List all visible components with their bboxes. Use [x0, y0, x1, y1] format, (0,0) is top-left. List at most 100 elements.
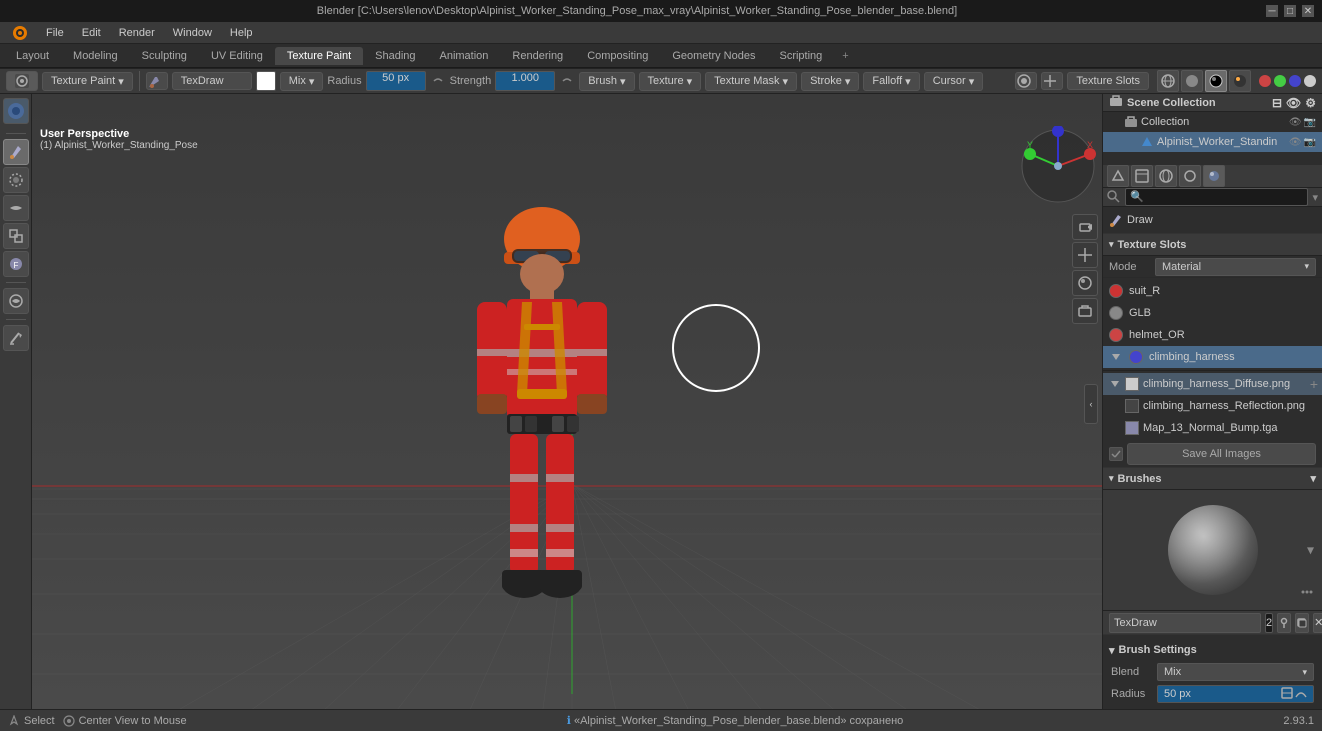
- radius-input[interactable]: 50 px: [366, 71, 426, 91]
- collection-render-btn[interactable]: 📷: [1304, 117, 1316, 128]
- menu-help[interactable]: Help: [222, 25, 261, 41]
- material-glb[interactable]: GLB: [1103, 302, 1322, 324]
- collection-view-btn[interactable]: 👁: [1289, 117, 1302, 128]
- brush-name-input[interactable]: [1109, 613, 1261, 633]
- tab-texture-paint[interactable]: Texture Paint: [275, 47, 363, 65]
- search-dropdown[interactable]: ▾: [1312, 191, 1318, 204]
- tab-modeling[interactable]: Modeling: [61, 47, 130, 65]
- tab-shading[interactable]: Shading: [363, 47, 427, 65]
- material-suit-r[interactable]: suit_R: [1103, 280, 1322, 302]
- workspace-add[interactable]: +: [834, 47, 856, 65]
- solid-btn[interactable]: [1181, 70, 1203, 92]
- collections-btn[interactable]: [1072, 298, 1098, 324]
- viewport-mode-btn[interactable]: Object Mode: [72, 98, 160, 116]
- tab-compositing[interactable]: Compositing: [575, 47, 660, 65]
- sidebar-toggle-btn[interactable]: ‹: [1084, 384, 1098, 424]
- prop-obj-btn[interactable]: [1179, 165, 1201, 187]
- prop-layer-btn[interactable]: [1131, 165, 1153, 187]
- prop-material-btn[interactable]: [1203, 165, 1225, 187]
- tab-animation[interactable]: Animation: [428, 47, 501, 65]
- close-button[interactable]: ✕: [1302, 5, 1314, 17]
- prop-world-btn[interactable]: [1155, 165, 1177, 187]
- tex-add-btn[interactable]: +: [1310, 376, 1318, 392]
- viewport[interactable]: Object Mode View: [32, 94, 1102, 709]
- brush-name-btn[interactable]: TexDraw: [172, 72, 252, 90]
- texture-reflection[interactable]: climbing_harness_Reflection.png: [1103, 395, 1322, 417]
- blend-dropdown[interactable]: Mix ▾: [280, 72, 324, 91]
- brushes-header[interactable]: ▾ Brushes ▾: [1103, 468, 1322, 490]
- brushes-dropdown[interactable]: ▾: [1310, 472, 1316, 485]
- maximize-button[interactable]: □: [1284, 5, 1296, 17]
- tab-sculpting[interactable]: Sculpting: [130, 47, 199, 65]
- prop-scene-btn[interactable]: [1107, 165, 1129, 187]
- texture-slots-header[interactable]: ▾ Texture Slots: [1103, 234, 1322, 256]
- brush-expand-btn[interactable]: ▾: [1307, 542, 1314, 559]
- viewport-layout-btn[interactable]: [38, 98, 68, 116]
- tab-rendering[interactable]: Rendering: [500, 47, 575, 65]
- radius-slider[interactable]: 50 px: [1157, 685, 1314, 703]
- save-check[interactable]: [1109, 447, 1123, 461]
- material-preview-btn[interactable]: [1205, 70, 1227, 92]
- material-climbing-harness[interactable]: climbing_harness: [1103, 346, 1322, 368]
- mesh-view-btn[interactable]: 👁: [1289, 137, 1302, 148]
- texture-normal[interactable]: Map_13_Normal_Bump.tga: [1103, 417, 1322, 439]
- overlays-btn[interactable]: [1015, 72, 1037, 90]
- outliner-filter-btn[interactable]: ⊟: [1272, 96, 1282, 110]
- outliner-mesh[interactable]: Alpinist_Worker_Standin 👁 📷: [1103, 132, 1322, 152]
- texture-paint-mode-btn[interactable]: Texture Paint ▾: [42, 72, 133, 91]
- search-input[interactable]: [1125, 188, 1308, 206]
- color-g[interactable]: [1274, 75, 1286, 87]
- grid-btn[interactable]: [1072, 242, 1098, 268]
- brush-delete-action[interactable]: ✕: [1313, 613, 1322, 633]
- clone-tool[interactable]: [3, 223, 29, 249]
- cursor-btn[interactable]: Cursor ▾: [924, 72, 984, 91]
- outliner-eye-btn[interactable]: 👁: [1286, 96, 1301, 110]
- smear-tool[interactable]: [3, 195, 29, 221]
- mode-btn[interactable]: [3, 98, 29, 124]
- menu-window[interactable]: Window: [165, 25, 220, 41]
- stroke-dropdown[interactable]: Stroke ▾: [801, 72, 859, 91]
- tab-scripting[interactable]: Scripting: [767, 47, 834, 65]
- save-all-btn[interactable]: Save All Images: [1127, 443, 1316, 465]
- brush-icon-btn[interactable]: [146, 72, 168, 90]
- material-btn[interactable]: [1072, 270, 1098, 296]
- menu-render[interactable]: Render: [111, 25, 163, 41]
- texture-mask-dropdown[interactable]: Texture Mask ▾: [705, 72, 797, 91]
- mask-tool[interactable]: [3, 288, 29, 314]
- color-a[interactable]: [1304, 75, 1316, 87]
- menu-blender[interactable]: [4, 23, 36, 43]
- tab-uv-editing[interactable]: UV Editing: [199, 47, 275, 65]
- brush-dropdown[interactable]: Brush ▾: [579, 72, 634, 91]
- brush-pin-action[interactable]: [1277, 613, 1291, 633]
- blend-dropdown[interactable]: Mix: [1157, 663, 1314, 681]
- menu-file[interactable]: File: [38, 25, 72, 41]
- camera-btn[interactable]: [1072, 214, 1098, 240]
- fill-tool[interactable]: F: [3, 251, 29, 277]
- tab-geometry-nodes[interactable]: Geometry Nodes: [660, 47, 767, 65]
- texture-diffuse[interactable]: climbing_harness_Diffuse.png +: [1103, 373, 1322, 395]
- color-r[interactable]: [1259, 75, 1271, 87]
- color-b[interactable]: [1289, 75, 1301, 87]
- rendered-btn[interactable]: [1229, 70, 1251, 92]
- material-helmet-or[interactable]: helmet_OR: [1103, 324, 1322, 346]
- radius-proportional-btn[interactable]: [1281, 687, 1293, 702]
- brush-pin-btn[interactable]: [1300, 585, 1314, 602]
- soften-tool[interactable]: [3, 167, 29, 193]
- radius-curve-btn[interactable]: [1295, 687, 1307, 702]
- annotate-tool[interactable]: [3, 325, 29, 351]
- brush-copy-action[interactable]: [1295, 613, 1309, 633]
- draw-tool[interactable]: [3, 139, 29, 165]
- viewport-view-menu[interactable]: View: [164, 98, 206, 116]
- mode-icon-btn[interactable]: [6, 71, 38, 91]
- wireframe-btn[interactable]: [1157, 70, 1179, 92]
- texture-slots-top-btn[interactable]: Texture Slots: [1067, 72, 1149, 90]
- outliner-more-btn[interactable]: ⚙: [1305, 96, 1316, 110]
- brush-settings-header[interactable]: ▾ Brush Settings: [1103, 639, 1322, 661]
- color-swatch[interactable]: [256, 71, 276, 91]
- strength-link-btn[interactable]: [559, 73, 575, 89]
- falloff-dropdown[interactable]: Falloff ▾: [863, 72, 919, 91]
- gizmos-btn[interactable]: [1041, 72, 1063, 90]
- menu-edit[interactable]: Edit: [74, 25, 109, 41]
- texture-dropdown[interactable]: Texture ▾: [639, 72, 702, 91]
- tab-layout[interactable]: Layout: [4, 47, 61, 65]
